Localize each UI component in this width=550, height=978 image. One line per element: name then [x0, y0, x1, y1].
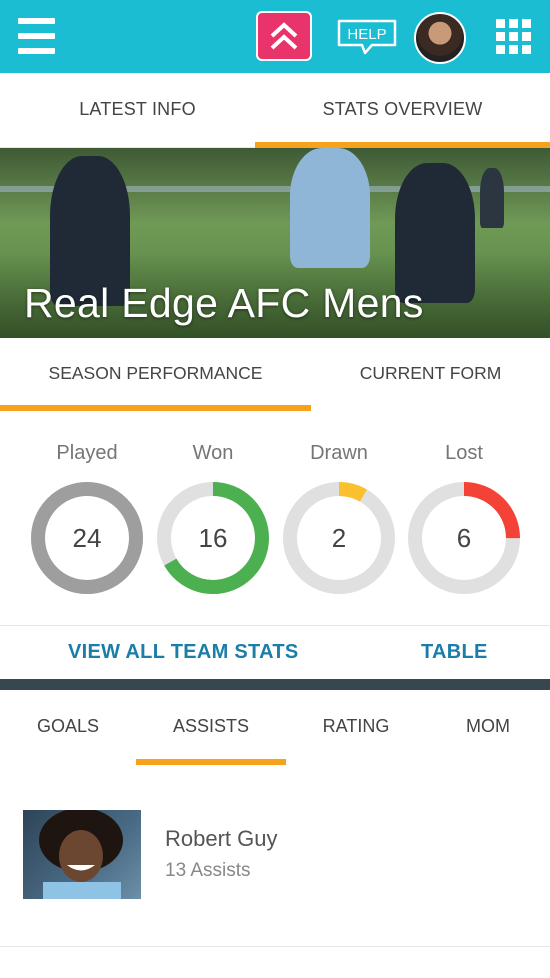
stat-ring: 2	[281, 480, 397, 596]
stat-value: 2	[331, 523, 347, 553]
stat-ring: 6	[406, 480, 522, 596]
stat-won: Won 16	[153, 440, 273, 596]
tab-stats-overview[interactable]: STATS OVERVIEW	[255, 73, 550, 148]
hero-player-figure	[480, 168, 504, 228]
stat-label: Played	[56, 442, 118, 464]
tab-mom[interactable]: MOM	[426, 690, 550, 765]
main-tab-bar: LATEST INFO STATS OVERVIEW	[0, 73, 550, 148]
user-avatar[interactable]	[414, 12, 466, 64]
tab-current-form[interactable]: CURRENT FORM	[311, 338, 550, 411]
help-label: HELP	[347, 26, 386, 43]
top-player-list-item[interactable]: Robert Guy 13 Assists	[0, 790, 550, 947]
team-name-title: Real Edge AFC Mens	[24, 280, 424, 326]
stat-value: 6	[456, 523, 472, 553]
tab-season-performance[interactable]: SEASON PERFORMANCE	[0, 338, 311, 411]
stat-label: Lost	[445, 442, 483, 464]
stat-ring: 16	[155, 480, 271, 596]
grid-icon[interactable]	[496, 19, 532, 55]
stat-ring: 24	[29, 480, 145, 596]
stat-played: Played 24	[27, 440, 147, 596]
table-link[interactable]: TABLE	[421, 626, 488, 680]
player-stat-detail: 13 Assists	[165, 860, 251, 881]
tab-goals[interactable]: GOALS	[0, 690, 136, 765]
section-divider	[0, 679, 550, 690]
tab-assists[interactable]: ASSISTS	[136, 690, 286, 765]
player-stat-tab-bar: GOALS ASSISTS RATING MOM	[0, 690, 550, 765]
performance-tab-bar: SEASON PERFORMANCE CURRENT FORM	[0, 338, 550, 411]
top-app-bar: HELP	[0, 0, 550, 73]
hamburger-menu-icon[interactable]	[18, 18, 55, 54]
stat-value: 16	[198, 523, 228, 553]
hero-player-figure	[290, 148, 370, 268]
help-button[interactable]: HELP	[336, 19, 398, 55]
tab-latest-info[interactable]: LATEST INFO	[0, 73, 275, 148]
stat-drawn: Drawn 2	[279, 440, 399, 596]
team-hero-banner: Real Edge AFC Mens	[0, 148, 550, 338]
stat-label: Won	[192, 442, 234, 464]
double-chevron-up-icon	[270, 22, 298, 50]
player-photo	[23, 810, 141, 899]
tab-rating[interactable]: RATING	[286, 690, 426, 765]
app-logo-button[interactable]	[256, 11, 312, 61]
speech-bubble-icon: HELP	[337, 19, 397, 55]
stat-label: Drawn	[310, 442, 368, 464]
stats-links-row: VIEW ALL TEAM STATS TABLE	[0, 625, 550, 679]
stat-lost: Lost 6	[404, 440, 524, 596]
view-all-team-stats-link[interactable]: VIEW ALL TEAM STATS	[68, 626, 299, 680]
stat-value: 24	[72, 523, 102, 553]
player-name: Robert Guy	[165, 826, 278, 851]
